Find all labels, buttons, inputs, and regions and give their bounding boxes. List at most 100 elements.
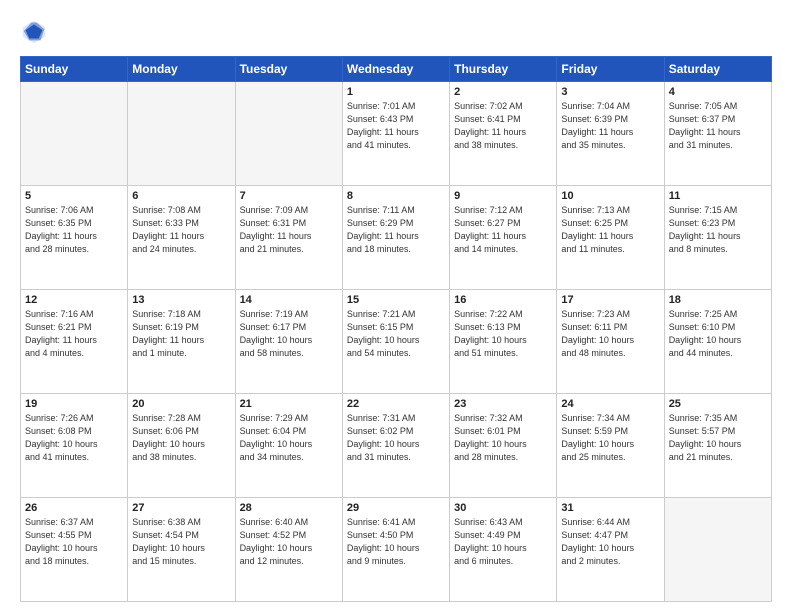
calendar-cell: 28 Sunrise: 6:40 AM Sunset: 4:52 PM Dayli…: [235, 498, 342, 602]
calendar-cell: 11Sunrise: 7:15 AM Sunset: 6:23 PM Dayli…: [664, 186, 771, 290]
calendar-cell: 3 Sunrise: 7:04 AM Sunset: 6:39 PM Daylig…: [557, 82, 664, 186]
day-number: 3: [561, 86, 659, 98]
week-row-4: 19 Sunrise: 7:26 AM Sunset: 6:08 PM Dayli…: [21, 394, 772, 498]
calendar-cell: [664, 498, 771, 602]
day-number: 5: [25, 190, 123, 202]
day-number: 22: [347, 398, 445, 410]
day-info: Sunrise: 7:25 AM Sunset: 6:10 PM Dayligh…: [669, 308, 767, 360]
day-info: Sunrise: 7:34 AM Sunset: 5:59 PM Dayligh…: [561, 412, 659, 464]
day-info: Sunrise: 6:41 AM Sunset: 4:50 PM Dayligh…: [347, 516, 445, 568]
calendar-cell: 5 Sunrise: 7:06 AM Sunset: 6:35 PM Daylig…: [21, 186, 128, 290]
calendar-cell: [128, 82, 235, 186]
calendar-table: SundayMondayTuesdayWednesdayThursdayFrid…: [20, 56, 772, 602]
day-number: 21: [240, 398, 338, 410]
weekday-header-friday: Friday: [557, 57, 664, 82]
day-number: 23: [454, 398, 552, 410]
calendar-cell: 2 Sunrise: 7:02 AM Sunset: 6:41 PM Daylig…: [450, 82, 557, 186]
day-number: 2: [454, 86, 552, 98]
day-number: 31: [561, 502, 659, 514]
calendar-cell: 13Sunrise: 7:18 AM Sunset: 6:19 PM Dayli…: [128, 290, 235, 394]
day-number: 15: [347, 294, 445, 306]
calendar-cell: 26 Sunrise: 6:37 AM Sunset: 4:55 PM Dayli…: [21, 498, 128, 602]
calendar-cell: 14Sunrise: 7:19 AM Sunset: 6:17 PM Dayli…: [235, 290, 342, 394]
calendar-cell: 16 Sunrise: 7:22 AM Sunset: 6:13 PM Dayli…: [450, 290, 557, 394]
day-info: Sunrise: 7:26 AM Sunset: 6:08 PM Dayligh…: [25, 412, 123, 464]
calendar-cell: 22 Sunrise: 7:31 AM Sunset: 6:02 PM Dayli…: [342, 394, 449, 498]
day-number: 29: [347, 502, 445, 514]
calendar-cell: 6 Sunrise: 7:08 AM Sunset: 6:33 PM Daylig…: [128, 186, 235, 290]
day-info: Sunrise: 7:16 AM Sunset: 6:21 PM Dayligh…: [25, 308, 123, 360]
day-info: Sunrise: 7:09 AM Sunset: 6:31 PM Dayligh…: [240, 204, 338, 256]
day-number: 12: [25, 294, 123, 306]
day-number: 10: [561, 190, 659, 202]
day-info: Sunrise: 7:02 AM Sunset: 6:41 PM Dayligh…: [454, 100, 552, 152]
day-info: Sunrise: 7:05 AM Sunset: 6:37 PM Dayligh…: [669, 100, 767, 152]
day-info: Sunrise: 7:08 AM Sunset: 6:33 PM Dayligh…: [132, 204, 230, 256]
calendar-cell: [21, 82, 128, 186]
calendar-cell: 20Sunrise: 7:28 AM Sunset: 6:06 PM Dayli…: [128, 394, 235, 498]
day-number: 16: [454, 294, 552, 306]
day-info: Sunrise: 7:22 AM Sunset: 6:13 PM Dayligh…: [454, 308, 552, 360]
week-row-3: 12 Sunrise: 7:16 AM Sunset: 6:21 PM Dayli…: [21, 290, 772, 394]
day-info: Sunrise: 7:01 AM Sunset: 6:43 PM Dayligh…: [347, 100, 445, 152]
day-info: Sunrise: 7:15 AM Sunset: 6:23 PM Dayligh…: [669, 204, 767, 256]
day-number: 6: [132, 190, 230, 202]
day-info: Sunrise: 7:11 AM Sunset: 6:29 PM Dayligh…: [347, 204, 445, 256]
day-number: 7: [240, 190, 338, 202]
calendar-cell: 30 Sunrise: 6:43 AM Sunset: 4:49 PM Dayli…: [450, 498, 557, 602]
day-number: 30: [454, 502, 552, 514]
calendar-cell: [235, 82, 342, 186]
day-info: Sunrise: 7:12 AM Sunset: 6:27 PM Dayligh…: [454, 204, 552, 256]
day-number: 28: [240, 502, 338, 514]
day-number: 24: [561, 398, 659, 410]
day-info: Sunrise: 6:37 AM Sunset: 4:55 PM Dayligh…: [25, 516, 123, 568]
day-info: Sunrise: 7:21 AM Sunset: 6:15 PM Dayligh…: [347, 308, 445, 360]
day-number: 9: [454, 190, 552, 202]
week-row-5: 26 Sunrise: 6:37 AM Sunset: 4:55 PM Dayli…: [21, 498, 772, 602]
calendar-cell: 21 Sunrise: 7:29 AM Sunset: 6:04 PM Dayli…: [235, 394, 342, 498]
day-info: Sunrise: 7:23 AM Sunset: 6:11 PM Dayligh…: [561, 308, 659, 360]
day-number: 1: [347, 86, 445, 98]
calendar-cell: 8 Sunrise: 7:11 AM Sunset: 6:29 PM Daylig…: [342, 186, 449, 290]
day-number: 19: [25, 398, 123, 410]
day-number: 27: [132, 502, 230, 514]
day-info: Sunrise: 7:19 AM Sunset: 6:17 PM Dayligh…: [240, 308, 338, 360]
day-info: Sunrise: 7:06 AM Sunset: 6:35 PM Dayligh…: [25, 204, 123, 256]
day-info: Sunrise: 7:13 AM Sunset: 6:25 PM Dayligh…: [561, 204, 659, 256]
calendar-cell: 27 Sunrise: 6:38 AM Sunset: 4:54 PM Dayli…: [128, 498, 235, 602]
day-info: Sunrise: 6:44 AM Sunset: 4:47 PM Dayligh…: [561, 516, 659, 568]
day-number: 20: [132, 398, 230, 410]
calendar-cell: 29 Sunrise: 6:41 AM Sunset: 4:50 PM Dayli…: [342, 498, 449, 602]
calendar-cell: 9 Sunrise: 7:12 AM Sunset: 6:27 PM Daylig…: [450, 186, 557, 290]
header: [20, 18, 772, 46]
day-info: Sunrise: 6:43 AM Sunset: 4:49 PM Dayligh…: [454, 516, 552, 568]
day-info: Sunrise: 7:31 AM Sunset: 6:02 PM Dayligh…: [347, 412, 445, 464]
calendar-cell: 25 Sunrise: 7:35 AM Sunset: 5:57 PM Dayli…: [664, 394, 771, 498]
day-info: Sunrise: 7:32 AM Sunset: 6:01 PM Dayligh…: [454, 412, 552, 464]
day-info: Sunrise: 7:35 AM Sunset: 5:57 PM Dayligh…: [669, 412, 767, 464]
calendar-cell: 7 Sunrise: 7:09 AM Sunset: 6:31 PM Daylig…: [235, 186, 342, 290]
calendar-cell: 19 Sunrise: 7:26 AM Sunset: 6:08 PM Dayli…: [21, 394, 128, 498]
weekday-header-monday: Monday: [128, 57, 235, 82]
day-number: 8: [347, 190, 445, 202]
day-info: Sunrise: 7:18 AM Sunset: 6:19 PM Dayligh…: [132, 308, 230, 360]
calendar-cell: 15 Sunrise: 7:21 AM Sunset: 6:15 PM Dayli…: [342, 290, 449, 394]
week-row-1: 1 Sunrise: 7:01 AM Sunset: 6:43 PM Daylig…: [21, 82, 772, 186]
day-info: Sunrise: 6:40 AM Sunset: 4:52 PM Dayligh…: [240, 516, 338, 568]
calendar-cell: 17 Sunrise: 7:23 AM Sunset: 6:11 PM Dayli…: [557, 290, 664, 394]
weekday-header-sunday: Sunday: [21, 57, 128, 82]
day-number: 17: [561, 294, 659, 306]
calendar-cell: 23 Sunrise: 7:32 AM Sunset: 6:01 PM Dayli…: [450, 394, 557, 498]
day-info: Sunrise: 7:04 AM Sunset: 6:39 PM Dayligh…: [561, 100, 659, 152]
day-info: Sunrise: 6:38 AM Sunset: 4:54 PM Dayligh…: [132, 516, 230, 568]
calendar-cell: 24 Sunrise: 7:34 AM Sunset: 5:59 PM Dayli…: [557, 394, 664, 498]
calendar-cell: 1 Sunrise: 7:01 AM Sunset: 6:43 PM Daylig…: [342, 82, 449, 186]
calendar-cell: 10 Sunrise: 7:13 AM Sunset: 6:25 PM Dayli…: [557, 186, 664, 290]
day-number: 26: [25, 502, 123, 514]
page: SundayMondayTuesdayWednesdayThursdayFrid…: [0, 0, 792, 612]
day-number: 18: [669, 294, 767, 306]
weekday-header-wednesday: Wednesday: [342, 57, 449, 82]
day-number: 4: [669, 86, 767, 98]
day-number: 25: [669, 398, 767, 410]
day-info: Sunrise: 7:29 AM Sunset: 6:04 PM Dayligh…: [240, 412, 338, 464]
